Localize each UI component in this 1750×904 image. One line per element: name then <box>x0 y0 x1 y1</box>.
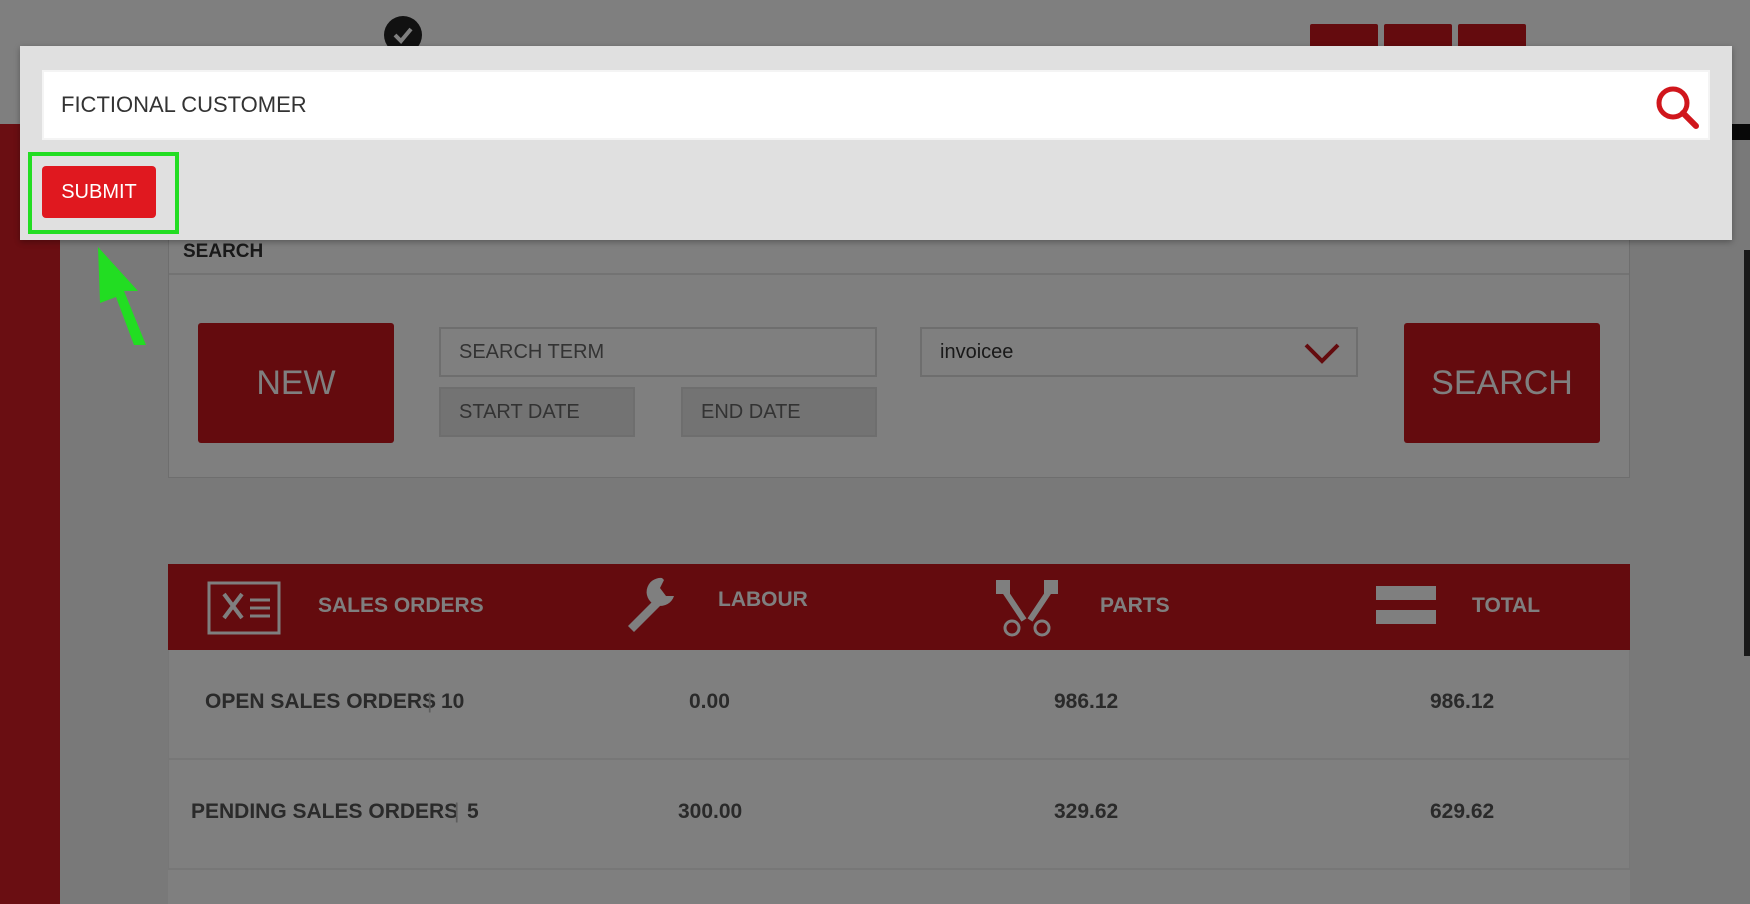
search-icon[interactable] <box>1654 84 1700 130</box>
submit-button[interactable]: SUBMIT <box>42 166 156 218</box>
customer-search-value: FICTIONAL CUSTOMER <box>61 92 307 117</box>
customer-search-modal: FICTIONAL CUSTOMER SUBMIT <box>20 46 1732 240</box>
pointer-arrow-icon <box>98 247 146 345</box>
customer-search-input[interactable]: FICTIONAL CUSTOMER <box>42 70 1710 140</box>
